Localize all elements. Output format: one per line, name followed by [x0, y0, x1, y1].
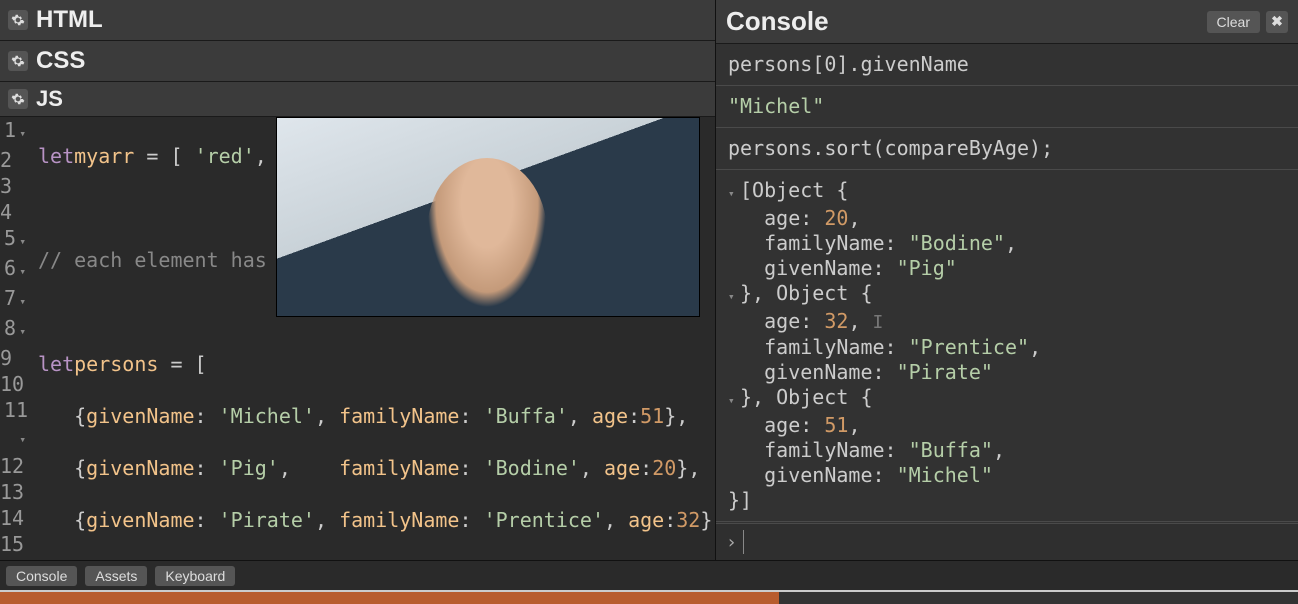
- console-input[interactable]: [743, 530, 1288, 554]
- console-output[interactable]: persons[0].givenName "Michel" persons.so…: [716, 44, 1298, 523]
- js-label: JS: [36, 86, 63, 112]
- console-header: Console Clear ✖: [716, 0, 1298, 44]
- console-result: "Michel": [716, 86, 1298, 128]
- console-title: Console: [726, 6, 829, 37]
- css-panel-header[interactable]: CSS: [0, 41, 715, 82]
- js-editor[interactable]: 1 2 3 4 5 6 7 8 9 10 11 12 13 14 15 16 1…: [0, 117, 715, 560]
- footer-strip: [0, 590, 1298, 604]
- gear-icon[interactable]: [8, 89, 28, 109]
- text-cursor-icon: 𝙸: [873, 312, 884, 333]
- console-prompt[interactable]: ›: [716, 523, 1298, 560]
- html-panel-header[interactable]: HTML: [0, 0, 715, 41]
- gear-icon[interactable]: [8, 51, 28, 71]
- clear-button[interactable]: Clear: [1207, 11, 1260, 33]
- tab-console[interactable]: Console: [6, 566, 77, 586]
- line-gutter: 1 2 3 4 5 6 7 8 9 10 11 12 13 14 15 16 1…: [0, 117, 34, 560]
- gear-icon[interactable]: [8, 10, 28, 30]
- bottom-toolbar: Console Assets Keyboard: [0, 560, 1298, 590]
- prompt-caret-icon: ›: [726, 532, 737, 553]
- console-command: persons[0].givenName: [716, 44, 1298, 86]
- css-label: CSS: [36, 47, 85, 75]
- html-label: HTML: [36, 6, 103, 34]
- close-icon[interactable]: ✖: [1266, 11, 1288, 33]
- tab-assets[interactable]: Assets: [85, 566, 147, 586]
- console-command: persons.sort(compareByAge);: [716, 128, 1298, 170]
- console-result-array: [Object { age: 20, familyName: "Bodine",…: [716, 170, 1298, 522]
- webcam-overlay: [276, 117, 700, 317]
- tab-keyboard[interactable]: Keyboard: [155, 566, 235, 586]
- js-panel-header[interactable]: JS: [0, 82, 715, 117]
